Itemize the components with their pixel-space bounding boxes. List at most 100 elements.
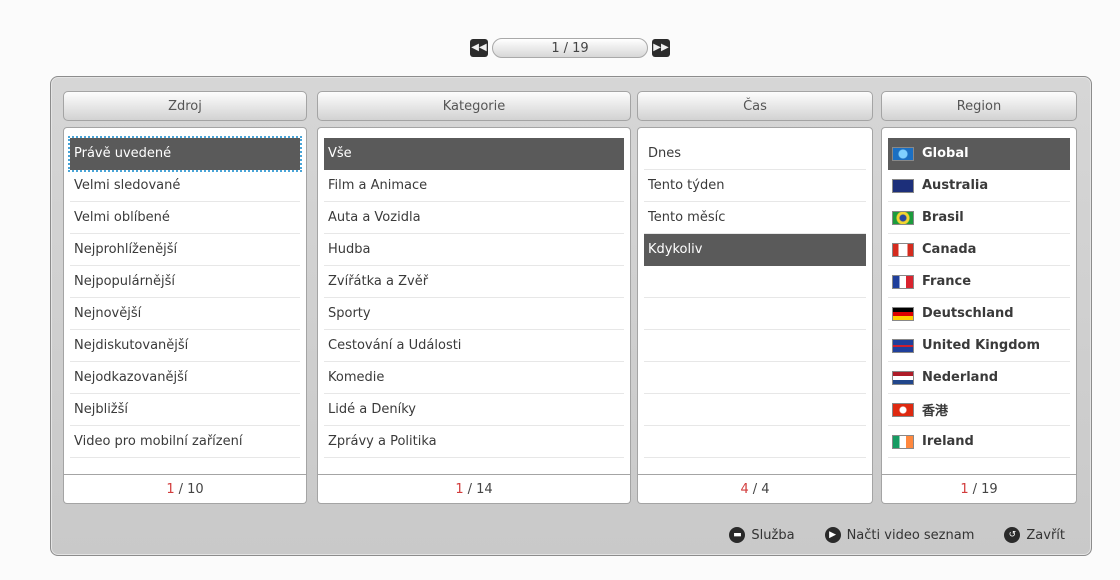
list-item[interactable]: Nejprohlíženější [70,234,300,266]
france-flag-icon [892,274,914,289]
region-label: Nederland [922,370,999,385]
list-item[interactable]: United Kingdom [888,330,1070,362]
page-current: 4 [740,481,749,497]
list-kategorie: Vše Film a Animace Auta a Vozidla Hudba … [317,127,631,475]
column-zdroj: Zdroj Právě uvedené Velmi sledované Velm… [63,91,307,504]
pager-display: 1 / 19 [492,38,648,58]
pager-total: 19 [572,40,589,56]
page-separator: / [467,481,473,497]
column-header-zdroj[interactable]: Zdroj [63,91,307,121]
list-item[interactable]: Nejpopulárnější [70,266,300,298]
list-item[interactable]: Ireland [888,426,1070,458]
service-button[interactable]: ▬ Služba [729,527,795,543]
region-label: Brasil [922,210,964,225]
list-item[interactable]: France [888,266,1070,298]
netherlands-flag-icon [892,370,914,385]
list-item[interactable]: Nejdiskutovanější [70,330,300,362]
list-item-empty [644,394,866,426]
column-header-kategorie[interactable]: Kategorie [317,91,631,121]
list-item[interactable]: Brasil [888,202,1070,234]
list-item[interactable]: Právě uvedené [68,136,302,172]
play-button-icon: ▶ [824,527,841,543]
list-item[interactable]: Cestování a Události [324,330,624,362]
list-item[interactable]: Film a Animace [324,170,624,202]
rewind-icon[interactable]: ◀◀ [470,39,488,57]
column-header-region[interactable]: Region [881,91,1077,121]
list-item[interactable]: Lidé a Deníky [324,394,624,426]
list-item[interactable]: Tento měsíc [644,202,866,234]
page-current: 1 [960,481,969,497]
list-item[interactable]: Australia [888,170,1070,202]
page-total: 19 [981,481,998,497]
close-label: Zavřít [1026,527,1065,543]
list-region: Global Australia Brasil Canada France De… [881,127,1077,475]
list-item[interactable]: Nejnovější [70,298,300,330]
brazil-flag-icon [892,210,914,225]
pager-separator: / [563,40,569,56]
region-label: Global [922,146,969,161]
action-bar: ▬ Služba ▶ Načti video seznam ↺ Zavřít [729,527,1065,543]
list-item[interactable]: Deutschland [888,298,1070,330]
list-item[interactable]: 香港 [888,394,1070,426]
page-current: 1 [455,481,464,497]
list-item[interactable]: Auta a Vozidla [324,202,624,234]
page-current: 1 [166,481,175,497]
australia-flag-icon [892,178,914,193]
page-separator: / [752,481,758,497]
page-total: 4 [761,481,770,497]
canada-flag-icon [892,242,914,257]
list-item-empty [644,426,866,458]
list-item[interactable]: Tento týden [644,170,866,202]
region-label: Deutschland [922,306,1014,321]
list-item[interactable]: Velmi sledované [70,170,300,202]
page-separator: / [178,481,184,497]
region-label: 香港 [922,404,949,419]
list-item[interactable]: Vše [324,138,624,170]
main-panel: Zdroj Právě uvedené Velmi sledované Velm… [50,76,1092,556]
list-item[interactable]: Video pro mobilní zařízení [70,426,300,458]
list-item-empty [644,298,866,330]
close-button[interactable]: ↺ Zavřít [1004,527,1065,543]
list-item[interactable]: Dnes [644,138,866,170]
region-label: Ireland [922,434,974,449]
list-item[interactable]: Sporty [324,298,624,330]
list-item[interactable]: Komedie [324,362,624,394]
list-item[interactable]: Canada [888,234,1070,266]
top-pager: ◀◀ 1 / 19 ▶▶ [470,38,670,58]
page-total: 10 [187,481,204,497]
uk-flag-icon [892,338,914,353]
fast-forward-icon[interactable]: ▶▶ [652,39,670,57]
column-cas: Čas Dnes Tento týden Tento měsíc Kdykoli… [637,91,873,504]
page-indicator-zdroj: 1 / 10 [63,475,307,504]
list-item[interactable]: Nejodkazovanější [70,362,300,394]
germany-flag-icon [892,306,914,321]
region-label: France [922,274,972,289]
page-total: 14 [476,481,493,497]
region-label: United Kingdom [922,338,1041,353]
globe-icon [892,146,914,161]
screen: ◀◀ 1 / 19 ▶▶ Zdroj Právě uvedené Velmi s… [0,0,1120,580]
list-item[interactable]: Zvířátka a Zvěř [324,266,624,298]
region-label: Canada [922,242,977,257]
page-indicator-kategorie: 1 / 14 [317,475,631,504]
pager-current: 1 [551,40,560,56]
list-zdroj: Právě uvedené Velmi sledované Velmi oblí… [63,127,307,475]
list-item[interactable]: Hudba [324,234,624,266]
page-indicator-cas: 4 / 4 [637,475,873,504]
list-item[interactable]: Zprávy a Politika [324,426,624,458]
list-cas: Dnes Tento týden Tento měsíc Kdykoliv [637,127,873,475]
list-item[interactable]: Nederland [888,362,1070,394]
list-item[interactable]: Global [888,138,1070,170]
page-indicator-region: 1 / 19 [881,475,1077,504]
hong-kong-flag-icon [892,402,914,417]
load-video-list-button[interactable]: ▶ Načti video seznam [824,527,974,543]
list-item[interactable]: Nejbližší [70,394,300,426]
ireland-flag-icon [892,434,914,449]
page-separator: / [972,481,978,497]
list-item[interactable]: Velmi oblíbené [70,202,300,234]
list-item[interactable]: Kdykoliv [644,234,866,266]
column-kategorie: Kategorie Vše Film a Animace Auta a Vozi… [317,91,631,504]
minus-button-icon: ▬ [729,527,746,543]
column-header-cas[interactable]: Čas [637,91,873,121]
list-item-empty [644,330,866,362]
